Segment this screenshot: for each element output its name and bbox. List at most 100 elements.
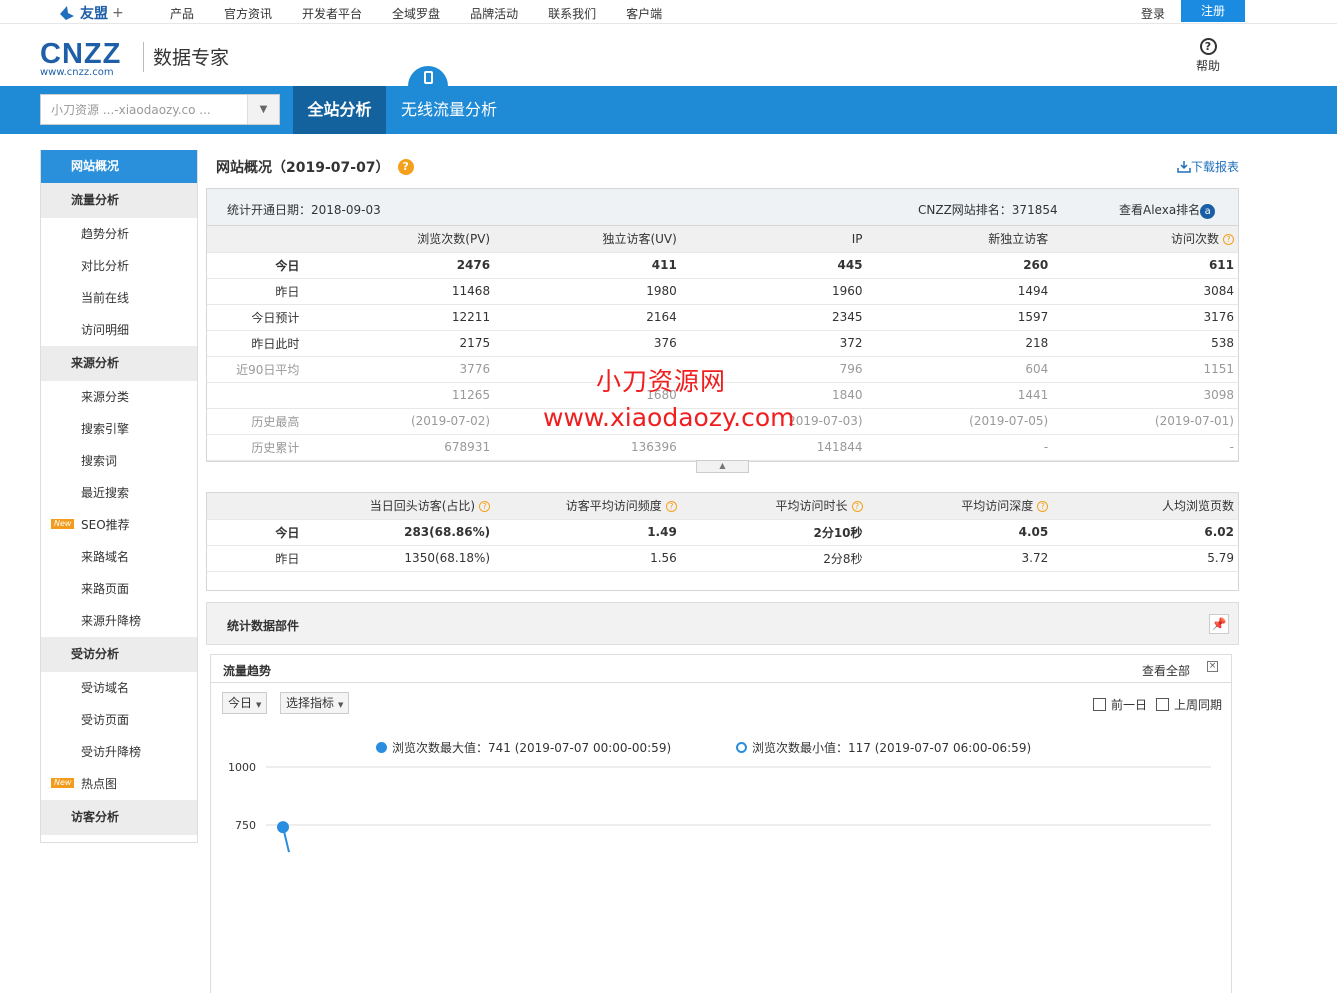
sidebar-item-visited-page[interactable]: 受访页面 <box>41 704 197 736</box>
question-icon[interactable]: ? <box>1223 234 1234 246</box>
table-row: 今日 2476 411 445 260 611 <box>207 252 1238 279</box>
sidebar-item-seo[interactable]: New SEO推荐 <box>41 509 197 541</box>
visitor-stats-table: 当日回头访客(占比)? 访客平均访问频度? 平均访问时长? 平均访问深度? 人均… <box>207 493 1238 572</box>
sidebar-item-search-word[interactable]: 搜索词 <box>41 445 197 477</box>
table-cell: 5.79 <box>1052 545 1238 572</box>
table-cell: 2分8秒 <box>680 545 867 572</box>
table-cell: 1494 <box>866 278 1053 305</box>
table-cell: 260 <box>866 252 1053 279</box>
top-nav-compass[interactable]: 全域罗盘 <box>392 5 440 22</box>
sidebar-item-heatmap[interactable]: New 热点图 <box>41 768 197 800</box>
table-cell: 445 <box>680 252 867 279</box>
question-icon[interactable]: ? <box>479 501 491 513</box>
login-link[interactable]: 登录 <box>1141 5 1165 22</box>
table-cell: 3776 <box>307 356 495 383</box>
sidebar-group-visited[interactable]: 受访分析 <box>41 637 197 672</box>
legend-min: 浏览次数最小值：117 (2019-07-07 06:00-06:59) <box>736 739 1031 756</box>
last-week-checkbox[interactable]: 上周同期 <box>1156 696 1222 713</box>
data-point-max[interactable] <box>277 821 289 834</box>
table-cell: 6.02 <box>1052 519 1238 546</box>
table-cell: 1151 <box>1052 356 1238 383</box>
close-icon[interactable]: × <box>1207 661 1218 672</box>
sidebar-item-source-category[interactable]: 来源分类 <box>41 381 197 413</box>
watermark-title: 小刀资源网 <box>596 367 727 396</box>
table-header: IP <box>680 226 867 253</box>
nav-bar: 小刀资源 ...-xiaodaozy.co ... ▼ 全站分析 无线流量分析 <box>0 86 1337 134</box>
alexa-rank-link[interactable]: 查看Alexa排名 a <box>1119 201 1216 219</box>
sidebar-item-visit-detail[interactable]: 访问明细 <box>41 314 197 346</box>
umeng-logo[interactable]: 友盟 + <box>58 3 124 23</box>
table-cell: 1980 <box>494 278 681 305</box>
table-cell: (2019-07-01) <box>1052 408 1238 435</box>
umeng-bird-icon <box>60 6 74 20</box>
table-cell: 1597 <box>866 304 1053 331</box>
filled-dot-icon <box>376 742 387 753</box>
sidebar-group-source[interactable]: 来源分析 <box>41 346 197 381</box>
table-cell: 136396 <box>494 434 681 461</box>
sidebar-item-visited-domain[interactable]: 受访域名 <box>41 672 197 704</box>
help-label: 帮助 <box>1196 59 1221 73</box>
period-dropdown[interactable]: 今日 ▼ <box>222 692 268 714</box>
help-icon: ? <box>1199 38 1217 55</box>
sidebar-group-traffic[interactable]: 流量分析 <box>41 183 197 218</box>
cnzz-logo[interactable]: CNZZ www.cnzz.com <box>40 40 121 78</box>
table-row: 历史累计 678931 136396 141844- - <box>207 434 1238 461</box>
sidebar-item-compare[interactable]: 对比分析 <box>41 250 197 282</box>
table-cell: 376 <box>494 330 681 357</box>
sidebar-item-recent-search[interactable]: 最近搜索 <box>41 477 197 509</box>
caret-down-icon: ▼ <box>338 701 344 709</box>
chevron-down-icon[interactable]: ▼ <box>247 95 279 124</box>
new-badge: New <box>51 519 75 529</box>
table-header-label: 平均访问深度 <box>961 499 1034 514</box>
sidebar-group-visitor[interactable]: 访客分析 <box>41 800 197 835</box>
metric-dropdown[interactable]: 选择指标 ▼ <box>280 692 350 714</box>
sidebar-item-label: 热点图 <box>81 777 118 791</box>
checkbox-box[interactable] <box>1156 698 1169 711</box>
table-cell: 283(68.86%) <box>307 519 495 546</box>
sidebar-item-source-rank[interactable]: 来源升降榜 <box>41 605 197 637</box>
table-header: 浏览次数(PV) <box>307 226 495 253</box>
sidebar-item-overview[interactable]: 网站概况 <box>41 150 197 183</box>
sidebar-item-online[interactable]: 当前在线 <box>41 282 197 314</box>
top-nav-brand-events[interactable]: 品牌活动 <box>470 5 518 22</box>
top-nav-client[interactable]: 客户端 <box>626 5 662 22</box>
question-icon[interactable]: ? <box>1037 501 1049 513</box>
product-name: 数据专家 <box>153 47 230 69</box>
prev-day-checkbox[interactable]: 前一日 <box>1093 696 1147 713</box>
table-cell: 2175 <box>307 330 495 357</box>
top-nav-news[interactable]: 官方资讯 <box>224 5 272 22</box>
sidebar-item-search-engine[interactable]: 搜索引擎 <box>41 413 197 445</box>
cnzz-logo-url: www.cnzz.com <box>40 67 114 78</box>
table-cell: 1.56 <box>494 545 681 572</box>
top-nav-contact[interactable]: 联系我们 <box>548 5 596 22</box>
legend-max: 浏览次数最大值：741 (2019-07-07 00:00-00:59) <box>376 739 671 756</box>
table-cell: 1.49 <box>494 519 681 546</box>
tab-wireless-analysis[interactable]: 无线流量分析 <box>401 86 497 134</box>
download-report-link[interactable]: 下载报表 <box>1177 158 1239 175</box>
help-button[interactable]: ? 帮助 <box>1196 38 1220 74</box>
sidebar-item-referrer-domain[interactable]: 来路域名 <box>41 541 197 573</box>
view-all-link[interactable]: 查看全部 <box>1142 662 1190 679</box>
question-icon[interactable]: ? <box>397 159 414 175</box>
widget-header: 统计数据部件 📌 <box>206 602 1239 645</box>
sidebar-item-referrer-page[interactable]: 来路页面 <box>41 573 197 605</box>
sidebar-item-visited-rank[interactable]: 受访升降榜 <box>41 736 197 768</box>
question-icon[interactable]: ? <box>851 501 863 513</box>
sidebar-item-trend[interactable]: 趋势分析 <box>41 218 197 250</box>
checkbox-box[interactable] <box>1093 698 1106 711</box>
site-select[interactable]: 小刀资源 ...-xiaodaozy.co ... ▼ <box>40 94 280 125</box>
top-nav-product[interactable]: 产品 <box>170 5 194 22</box>
top-nav: 产品 官方资讯 开发者平台 全域罗盘 品牌活动 联系我们 客户端 <box>170 5 692 22</box>
pin-icon[interactable]: 📌 <box>1209 614 1229 634</box>
register-button[interactable]: 注册 <box>1181 0 1245 22</box>
hollow-dot-icon <box>736 742 747 753</box>
top-nav-developer[interactable]: 开发者平台 <box>302 5 362 22</box>
question-icon[interactable]: ? <box>665 501 677 513</box>
collapse-toggle[interactable]: ▲ <box>696 460 749 473</box>
download-label: 下载报表 <box>1190 160 1239 174</box>
page-title-text: 网站概况（2019-07-07） <box>216 160 390 176</box>
table-header-label: 当日回头访客(占比) <box>369 499 476 514</box>
table-cell: 141844 <box>680 434 867 461</box>
site-select-value: 小刀资源 ...-xiaodaozy.co ... <box>51 103 211 117</box>
tab-site-analysis[interactable]: 全站分析 <box>293 86 386 134</box>
